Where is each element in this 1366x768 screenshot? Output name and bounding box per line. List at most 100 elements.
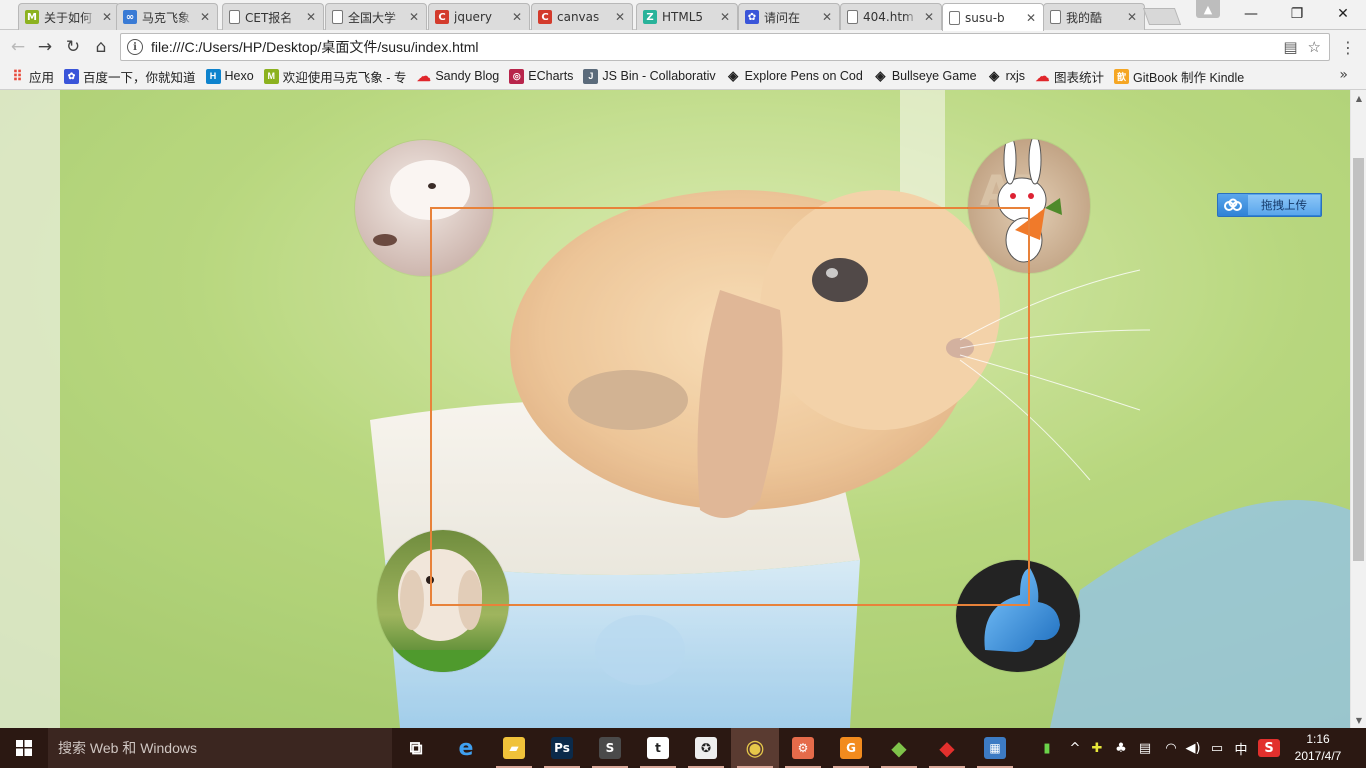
page-icon [847,10,858,24]
search-placeholder[interactable]: 搜索 Web 和 Windows [58,738,197,758]
browser-tab[interactable]: Z HTML5 ✕ [636,3,738,30]
browser-tab[interactable]: ✿ 请问在 ✕ [738,3,840,30]
browser-tab[interactable]: ∞ 马克飞象 ✕ [116,3,218,30]
new-tab-button[interactable] [1142,8,1182,25]
sogou-icon[interactable]: S [1258,739,1280,757]
task-view-icon: ⧉ [409,737,423,759]
browser-tab[interactable]: M 关于如何 ✕ [18,3,120,30]
start-button[interactable] [0,728,48,768]
browser-tab[interactable]: Ccanvas ✕ [531,3,633,30]
penguin-icon[interactable]: ♣ [1110,728,1132,768]
avatar-1-button[interactable] [355,140,493,276]
tab-close-icon[interactable]: ✕ [719,10,731,24]
bookmark-item[interactable]: ◈ Bullseye Game [873,68,977,84]
bookmark-item[interactable]: ◈ rxjs [987,68,1025,84]
tab-title: jquery [454,10,492,24]
red-c-icon: C [538,10,552,24]
close-window-icon[interactable]: ✕ [1320,0,1366,28]
bookmark-item[interactable]: ⠿ 应用 [10,67,54,86]
taskbar-app[interactable]: ▰ [490,728,538,768]
drag-upload-button[interactable]: 拖拽上传 [1217,193,1322,217]
taskbar-app[interactable]: t [634,728,682,768]
page-icon [332,10,343,24]
taskbar-app[interactable]: ◉ [731,728,779,768]
url-text[interactable]: file:///C:/Users/HP/Desktop/桌面文件/susu/in… [151,37,479,57]
menu-dots-icon[interactable]: ⋮ [1340,35,1356,59]
reload-button[interactable]: ↻ [60,34,86,60]
bookmark-item[interactable]: ◎ ECharts [509,68,573,84]
forward-button[interactable]: → [32,34,58,60]
browser-tab[interactable]: 我的酷 ✕ [1043,3,1145,30]
plus-badge-icon[interactable]: ✚ [1086,728,1108,768]
tab-close-icon[interactable]: ✕ [1126,10,1138,24]
tab-close-icon[interactable]: ✕ [821,10,833,24]
taskbar-clock[interactable]: 1:16 2017/4/7 [1288,731,1348,765]
bookmark-item[interactable]: J JS Bin - Collaborativ [583,68,716,84]
browser-tab[interactable]: CET报名 ✕ [222,3,324,30]
bookmark-item[interactable]: ☁ 图表统计 [1035,67,1105,86]
minimize-icon[interactable]: — [1228,0,1274,28]
browser-tab[interactable]: 404.htm ✕ [840,3,942,30]
bookmark-item[interactable]: M 欢迎使用马克飞象 - 专 [263,67,406,86]
scroll-down-arrow-icon[interactable]: ▼ [1351,712,1366,728]
star-icon[interactable]: ☆ [1308,38,1321,56]
tab-close-icon[interactable]: ✕ [614,10,626,24]
taskbar-app[interactable]: ⧉ [392,728,440,768]
taskbar-app[interactable]: ✪ [682,728,730,768]
avatar-4-button[interactable] [956,560,1080,672]
taskbar-app[interactable]: ▦ [971,728,1019,768]
chevron-double-right-icon[interactable]: » [1339,67,1348,83]
battery-icon[interactable]: ▮ [1036,728,1058,768]
bookmark-item[interactable]: 歆 GitBook 制作 Kindle [1114,67,1244,86]
maximize-icon[interactable]: ❐ [1274,0,1320,28]
info-icon[interactable]: i [127,39,143,55]
bookmark-label: Bullseye Game [891,69,977,83]
scroll-up-arrow-icon[interactable]: ▲ [1351,90,1366,106]
taskbar-app[interactable]: ◆ [875,728,923,768]
tab-close-icon[interactable]: ✕ [305,10,317,24]
volume-icon[interactable]: ◀) [1182,728,1204,768]
bookmark-label: 应用 [29,70,55,85]
avatar-3-button[interactable] [377,530,509,672]
translate-icon[interactable]: ▤ [1283,38,1297,56]
vertical-scrollbar[interactable]: ▲ ▼ [1350,90,1366,728]
codepen-icon: ◈ [875,68,886,83]
tab-close-icon[interactable]: ✕ [923,10,935,24]
tab-close-icon[interactable]: ✕ [101,10,113,24]
apps-grid-icon: ⠿ [12,67,23,84]
bookmark-label: 百度一下，你就知道 [83,70,196,85]
chrome-icon: ◉ [745,735,765,761]
baidu-paw-icon: ✿ [64,68,80,84]
address-bar[interactable]: i file:///C:/Users/HP/Desktop/桌面文件/susu/… [120,33,1330,61]
tab-close-icon[interactable]: ✕ [1025,11,1037,25]
chevron-up-icon[interactable]: ^ [1064,728,1086,768]
notification-icon[interactable]: ▭ [1206,728,1228,768]
home-button[interactable]: ⌂ [88,34,114,60]
bookmark-item[interactable]: ✿ 百度一下，你就知道 [64,67,196,86]
ime-label[interactable]: 中 [1230,728,1252,768]
tab-close-icon[interactable]: ✕ [408,10,420,24]
taskbar-search[interactable]: 搜索 Web 和 Windows [48,728,392,768]
taskbar-app[interactable]: e [442,728,490,768]
avatar-2-button[interactable] [968,139,1090,273]
profile-icon[interactable]: ▲ [1196,0,1220,18]
bookmark-item[interactable]: ☁ Sandy Blog [416,68,499,84]
tab-close-icon[interactable]: ✕ [511,10,523,24]
taskbar-app[interactable]: G [827,728,875,768]
taskbar-app[interactable]: ⚙ [779,728,827,768]
taskbar-app[interactable]: Ps [538,728,586,768]
taskbar-app[interactable]: S [586,728,634,768]
bookmark-item[interactable]: H Hexo [205,68,254,84]
browser-tab[interactable]: susu-b ✕ [942,3,1044,31]
gitbook-icon: 歆 [1114,68,1130,84]
back-button[interactable]: ← [5,34,31,60]
taskbar-app[interactable]: ◆ [923,728,971,768]
scroll-thumb[interactable] [1353,158,1364,561]
bookmark-item[interactable]: ◈ Explore Pens on Cod [726,68,863,84]
browser-tab[interactable]: 全国大学 ✕ [325,3,427,30]
wifi-icon[interactable]: ◠ [1160,728,1182,768]
tab-title: 马克飞象 [142,10,191,25]
browser-tab[interactable]: Cjquery ✕ [428,3,530,30]
tab-close-icon[interactable]: ✕ [199,10,211,24]
keyboard-icon[interactable]: ▤ [1134,728,1156,768]
